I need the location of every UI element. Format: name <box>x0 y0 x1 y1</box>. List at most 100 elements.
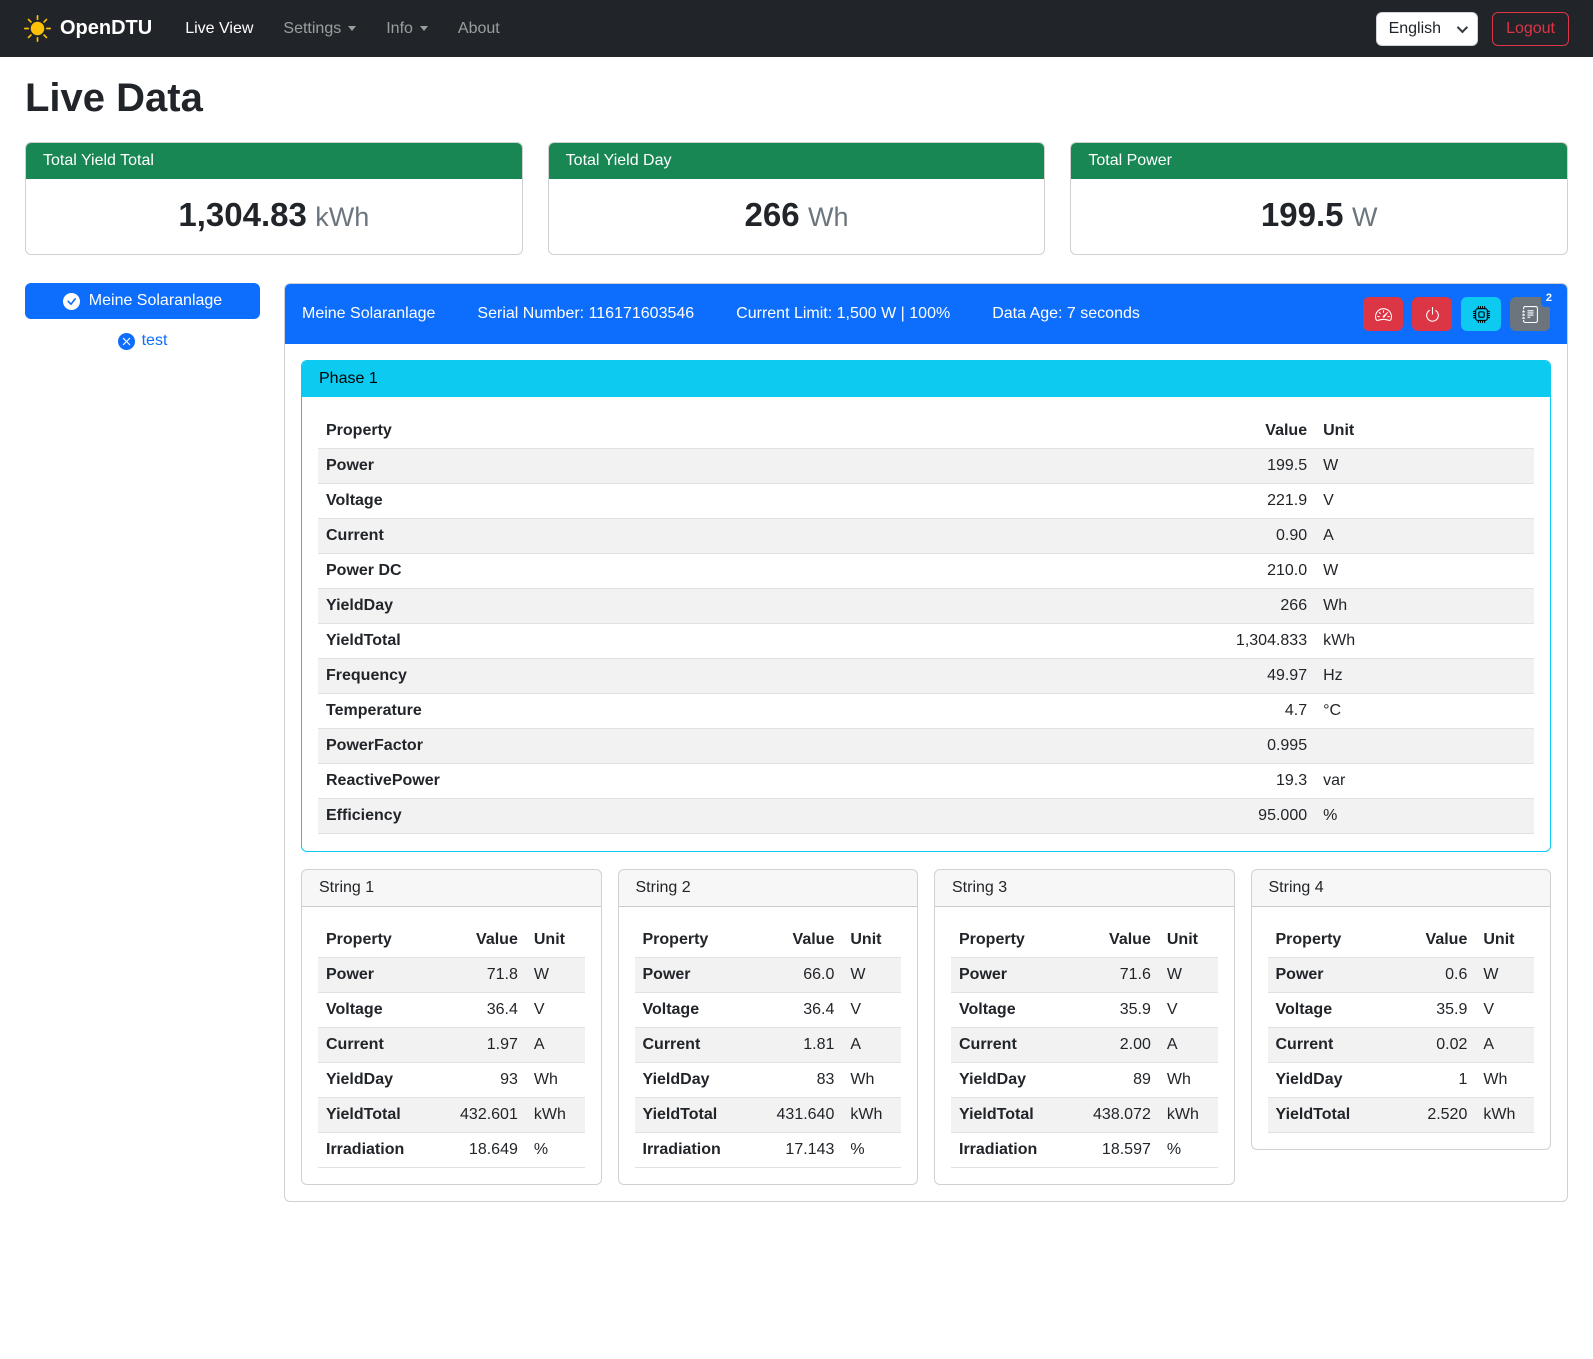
unit-cell: Hz <box>1315 659 1534 694</box>
property-cell: Temperature <box>318 694 950 729</box>
event-log-button[interactable]: 2 <box>1510 297 1550 331</box>
unit-cell: var <box>1315 764 1534 799</box>
table-row: Voltage35.9V <box>951 993 1218 1028</box>
property-cell: YieldTotal <box>318 624 950 659</box>
nav-item-label: Info <box>386 20 413 38</box>
speedometer-icon <box>1375 306 1392 323</box>
string-3-card: String 3 Property Value Unit <box>934 869 1235 1185</box>
nav-item-settings[interactable]: Settings <box>268 12 371 46</box>
logout-button[interactable]: Logout <box>1492 12 1569 46</box>
property-cell: Irradiation <box>635 1133 752 1168</box>
table-row: Current0.90A <box>318 519 1534 554</box>
string-title: String 4 <box>1252 870 1551 907</box>
value-header: Value <box>1068 923 1159 958</box>
value-cell: 66.0 <box>752 958 843 993</box>
string-1-card: String 1 Property Value Unit <box>301 869 602 1185</box>
inverter-select-button-test[interactable]: test <box>112 331 174 351</box>
unit-cell: % <box>1315 799 1534 834</box>
value-cell: 71.6 <box>1068 958 1159 993</box>
summary-value: 266 <box>745 196 800 233</box>
property-cell: Efficiency <box>318 799 950 834</box>
value-cell: 35.9 <box>1385 993 1476 1028</box>
property-cell: Irradiation <box>951 1133 1068 1168</box>
property-cell: Irradiation <box>318 1133 435 1168</box>
brand-label: OpenDTU <box>60 17 152 40</box>
value-cell: 18.597 <box>1068 1133 1159 1168</box>
unit-cell: A <box>526 1028 585 1063</box>
unit-cell: V <box>1159 993 1218 1028</box>
value-cell: 266 <box>950 589 1315 624</box>
table-row: Power71.8W <box>318 958 585 993</box>
unit-cell: Wh <box>842 1063 901 1098</box>
property-cell: ReactivePower <box>318 764 950 799</box>
nav-item-about[interactable]: About <box>443 12 515 46</box>
page-title: Live Data <box>25 76 1568 121</box>
phase-card: Phase 1 Property Value Unit <box>301 360 1551 852</box>
property-cell: Power <box>951 958 1068 993</box>
total-power-card: Total Power 199.5 W <box>1070 142 1568 255</box>
unit-cell: % <box>526 1133 585 1168</box>
property-header: Property <box>635 923 752 958</box>
inverter-select-button-active[interactable]: Meine Solaranlage <box>25 283 260 319</box>
property-cell: Voltage <box>635 993 752 1028</box>
property-cell: YieldDay <box>318 1063 435 1098</box>
summary-card-title: Total Yield Total <box>26 143 522 179</box>
table-row: Power66.0W <box>635 958 902 993</box>
value-cell: 35.9 <box>1068 993 1159 1028</box>
unit-cell: kWh <box>1159 1098 1218 1133</box>
power-settings-button[interactable] <box>1412 297 1452 331</box>
table-row: YieldTotal1,304.833kWh <box>318 624 1534 659</box>
property-cell: Power <box>1268 958 1385 993</box>
device-info-button[interactable] <box>1461 297 1501 331</box>
unit-cell: W <box>1315 449 1534 484</box>
unit-cell: A <box>1315 519 1534 554</box>
table-row: Voltage36.4V <box>318 993 585 1028</box>
inverter-limit: Current Limit: 1,500 W | 100% <box>736 305 950 323</box>
property-cell: Voltage <box>318 993 435 1028</box>
table-row: Irradiation18.597% <box>951 1133 1218 1168</box>
unit-header: Unit <box>526 923 585 958</box>
value-cell: 36.4 <box>435 993 526 1028</box>
value-cell: 95.000 <box>950 799 1315 834</box>
unit-cell: V <box>1475 993 1534 1028</box>
value-cell: 17.143 <box>752 1133 843 1168</box>
table-header-row: Property Value Unit <box>635 923 902 958</box>
property-cell: YieldTotal <box>635 1098 752 1133</box>
property-cell: Power <box>318 449 950 484</box>
language-select[interactable]: English <box>1376 12 1478 46</box>
value-cell: 0.6 <box>1385 958 1476 993</box>
unit-cell: °C <box>1315 694 1534 729</box>
inverter-panel: Meine Solaranlage Serial Number: 1161716… <box>284 283 1568 1202</box>
string-table: Property Value Unit Power66.0WVoltage36.… <box>635 923 902 1168</box>
unit-cell: W <box>1159 958 1218 993</box>
limit-settings-button[interactable] <box>1363 297 1403 331</box>
total-yield-day-card: Total Yield Day 266 Wh <box>548 142 1046 255</box>
string-title: String 3 <box>935 870 1234 907</box>
value-cell: 49.97 <box>950 659 1315 694</box>
unit-cell: Wh <box>526 1063 585 1098</box>
unit-cell: kWh <box>842 1098 901 1133</box>
value-header: Value <box>435 923 526 958</box>
brand[interactable]: OpenDTU <box>24 15 152 42</box>
nav-item-live-view[interactable]: Live View <box>170 12 268 46</box>
nav-item-info[interactable]: Info <box>371 12 443 46</box>
nav-item-label: Live View <box>185 20 253 38</box>
table-row: YieldDay89Wh <box>951 1063 1218 1098</box>
unit-cell: kWh <box>1315 624 1534 659</box>
value-cell: 0.995 <box>950 729 1315 764</box>
string-table: Property Value Unit Power0.6WVoltage35.9… <box>1268 923 1535 1133</box>
property-cell: Voltage <box>318 484 950 519</box>
table-row: YieldDay266Wh <box>318 589 1534 624</box>
nav-item-label: Settings <box>283 20 341 38</box>
table-row: PowerFactor0.995 <box>318 729 1534 764</box>
value-cell: 83 <box>752 1063 843 1098</box>
property-header: Property <box>1268 923 1385 958</box>
check-circle-icon <box>63 293 80 310</box>
strings-row: String 1 Property Value Unit <box>301 869 1551 1185</box>
value-cell: 2.520 <box>1385 1098 1476 1133</box>
inverter-serial: Serial Number: 116171603546 <box>477 305 694 323</box>
property-cell: Current <box>318 1028 435 1063</box>
unit-cell: kWh <box>1475 1098 1534 1133</box>
unit-cell: V <box>842 993 901 1028</box>
inverter-selector: Meine Solaranlage test <box>25 283 260 351</box>
